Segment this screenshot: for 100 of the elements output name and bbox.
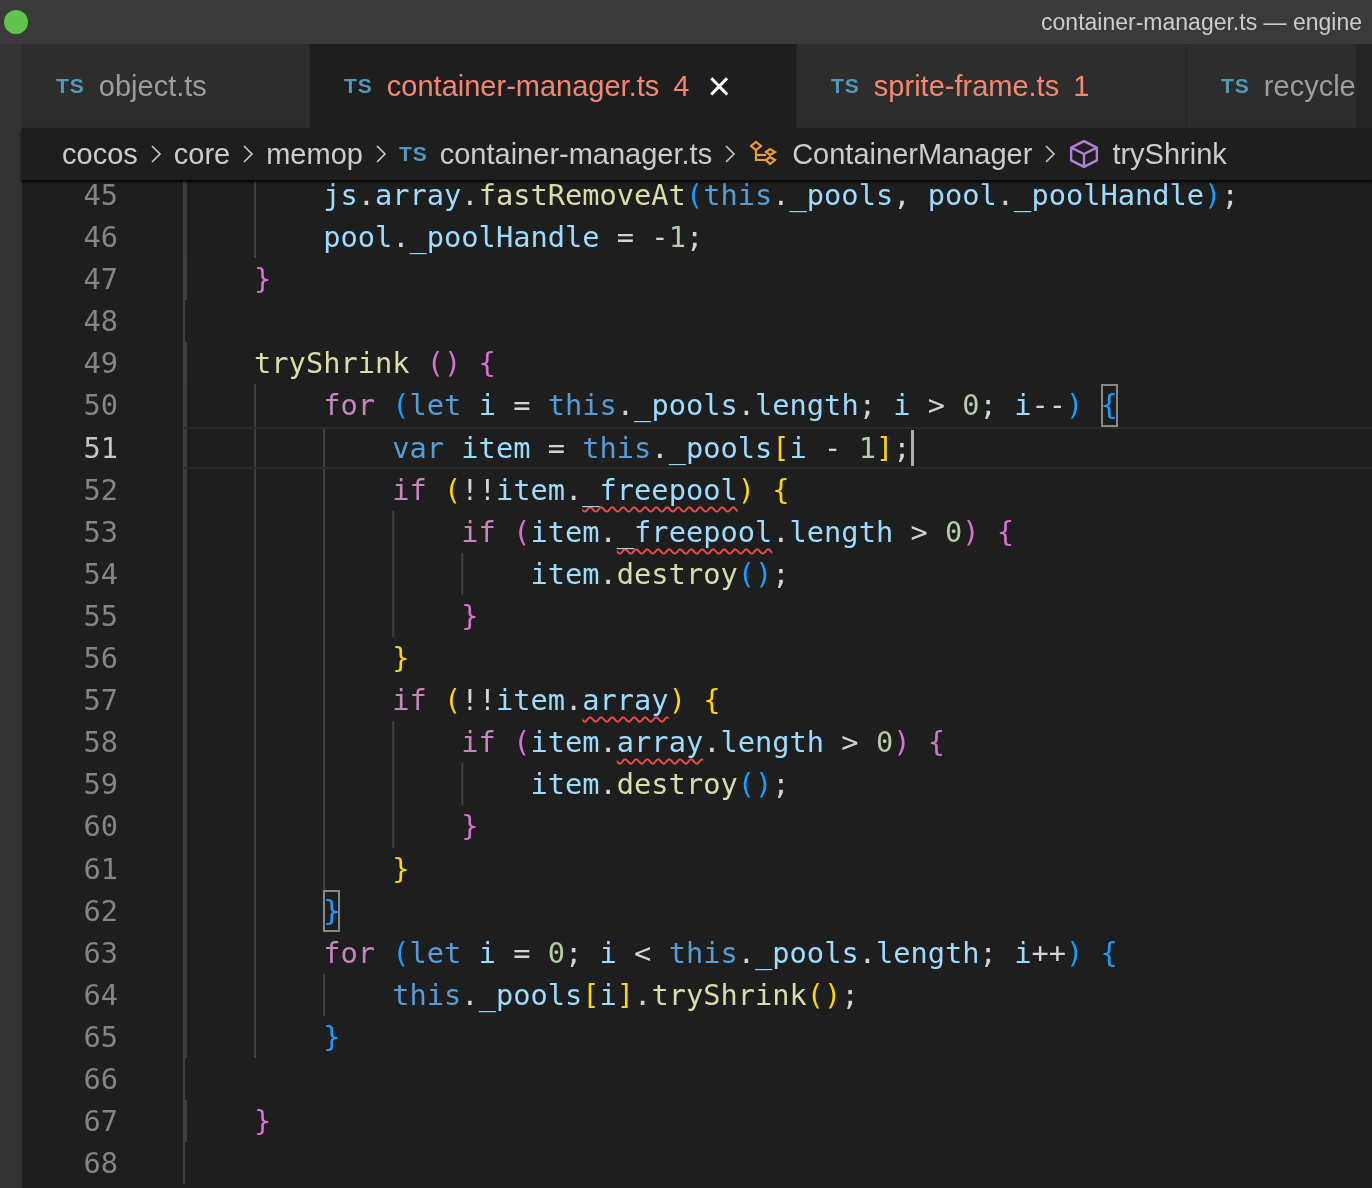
close-button[interactable]: × — [707, 66, 731, 106]
code-token: . — [565, 682, 583, 720]
identifier-token: _freepool — [616, 513, 773, 551]
identifier-token: _pools — [789, 177, 894, 214]
bracket-token: () — [737, 766, 773, 804]
tab-label: sprite-frame.ts — [873, 69, 1060, 103]
breadcrumb-item[interactable]: TS container-manager.ts — [398, 137, 713, 171]
keyword-token: for — [323, 387, 376, 425]
identifier-token: i — [478, 387, 496, 425]
bracket-token: [ — [582, 976, 600, 1014]
bracket-token: } — [461, 808, 479, 846]
line-number: 50 — [82, 387, 119, 425]
identifier-token: array — [375, 177, 462, 214]
code-token: ; — [1221, 177, 1239, 214]
bracket-token: ] — [875, 429, 894, 467]
line-number: 52 — [82, 471, 119, 509]
breadcrumb-item[interactable]: ContainerManager — [748, 137, 1033, 171]
identifier-token: item — [530, 724, 600, 762]
identifier-token: _pools — [668, 429, 773, 467]
code-token: . — [996, 177, 1015, 214]
keyword-token: if — [461, 724, 497, 762]
bracket-token: ) { — [962, 513, 1015, 551]
editor-tab[interactable]: TS object.ts — [22, 44, 310, 128]
breadcrumb-item[interactable]: tryShrink — [1068, 137, 1227, 171]
keyword-token: if — [392, 682, 428, 720]
code-token: !! — [461, 471, 496, 509]
code-token: = - — [615, 219, 669, 257]
bracket-token: ( — [685, 177, 704, 214]
code-token: . — [599, 766, 617, 804]
code-token: > — [926, 387, 947, 425]
function-token: fastRemoveAt — [478, 177, 686, 214]
identifier-token: item — [530, 766, 600, 804]
tab-label: object.ts — [98, 69, 207, 103]
keyword-token: for — [323, 934, 376, 972]
line-number: 48 — [82, 303, 119, 341]
identifier-token: _pools — [478, 976, 583, 1014]
typescript-icon: TS — [831, 74, 860, 98]
identifier-token: _poolHandle — [409, 219, 600, 257]
line-number: 58 — [82, 724, 119, 762]
code-token: . — [599, 555, 617, 593]
code-token: ; — [772, 766, 790, 804]
identifier-token: i — [1014, 387, 1032, 425]
identifier-token: js — [323, 177, 358, 214]
tab-label: recycle — [1263, 69, 1356, 103]
bracket-token: } — [392, 640, 410, 678]
identifier-token: i — [599, 976, 617, 1014]
identifier-token: pool — [323, 219, 393, 257]
window-zoom-button[interactable] — [4, 10, 28, 34]
keyword-token: if — [461, 513, 497, 551]
code-token: . — [565, 471, 583, 509]
code-token: ; — [893, 429, 911, 467]
function-token: destroy — [616, 555, 738, 593]
chevron-icon — [724, 143, 737, 165]
editor-tab[interactable]: TS sprite-frame.ts 1 — [797, 44, 1187, 128]
bracket-token: ( — [392, 934, 410, 972]
bracket-token: () — [806, 976, 842, 1014]
identifier-token: array — [582, 682, 669, 720]
editor-tab[interactable]: TS recycle — [1187, 44, 1357, 128]
keyword-token: let — [409, 387, 463, 425]
line-number: 68 — [82, 1145, 119, 1183]
identifier-token: length — [720, 724, 825, 762]
chevron-icon — [149, 143, 162, 165]
typescript-icon: TS — [56, 74, 85, 98]
bracket-token: } — [323, 889, 341, 932]
identifier-token: length — [755, 387, 859, 425]
keyword-token: this — [582, 429, 652, 467]
identifier-token: _pools — [634, 387, 738, 425]
line-number: 45 — [82, 177, 119, 214]
breadcrumb-item[interactable]: cocos — [62, 137, 138, 171]
line-number: 65 — [82, 1018, 119, 1056]
line-number: 63 — [82, 934, 119, 972]
code-token: = — [512, 387, 532, 425]
code-token: . — [616, 387, 635, 425]
code-token: ; — [565, 934, 584, 972]
chevron-icon — [1044, 143, 1057, 165]
code-token: . — [737, 934, 756, 972]
line-number: 64 — [82, 976, 119, 1014]
breadcrumb-item[interactable]: core — [173, 137, 231, 171]
keyword-token: let — [409, 934, 463, 972]
editor-tab[interactable]: TS container-manager.ts 4 × — [310, 44, 797, 128]
code-token: . — [772, 513, 790, 551]
line-number: 56 — [82, 640, 119, 678]
bracket-token: ) { — [1066, 934, 1118, 972]
code-token: > — [909, 513, 929, 551]
code-token: . — [634, 976, 652, 1014]
line-number: 53 — [82, 513, 119, 551]
code-token: < — [633, 934, 653, 972]
identifier-token: length — [789, 513, 894, 551]
line-number: 67 — [82, 1103, 119, 1141]
line-number: 55 — [82, 597, 119, 635]
identifier-token: i — [789, 429, 807, 467]
identifier-token: _pools — [755, 934, 859, 972]
number-token: 0 — [547, 934, 565, 972]
bracket-token: ) { — [737, 471, 790, 509]
bracket-token: } — [461, 597, 479, 635]
number-token: 0 — [962, 387, 980, 425]
line-number: 47 — [82, 261, 119, 299]
breadcrumb-item[interactable]: memop — [266, 137, 363, 171]
code-token: -- — [1031, 387, 1066, 425]
keyword-token: this — [547, 387, 617, 425]
